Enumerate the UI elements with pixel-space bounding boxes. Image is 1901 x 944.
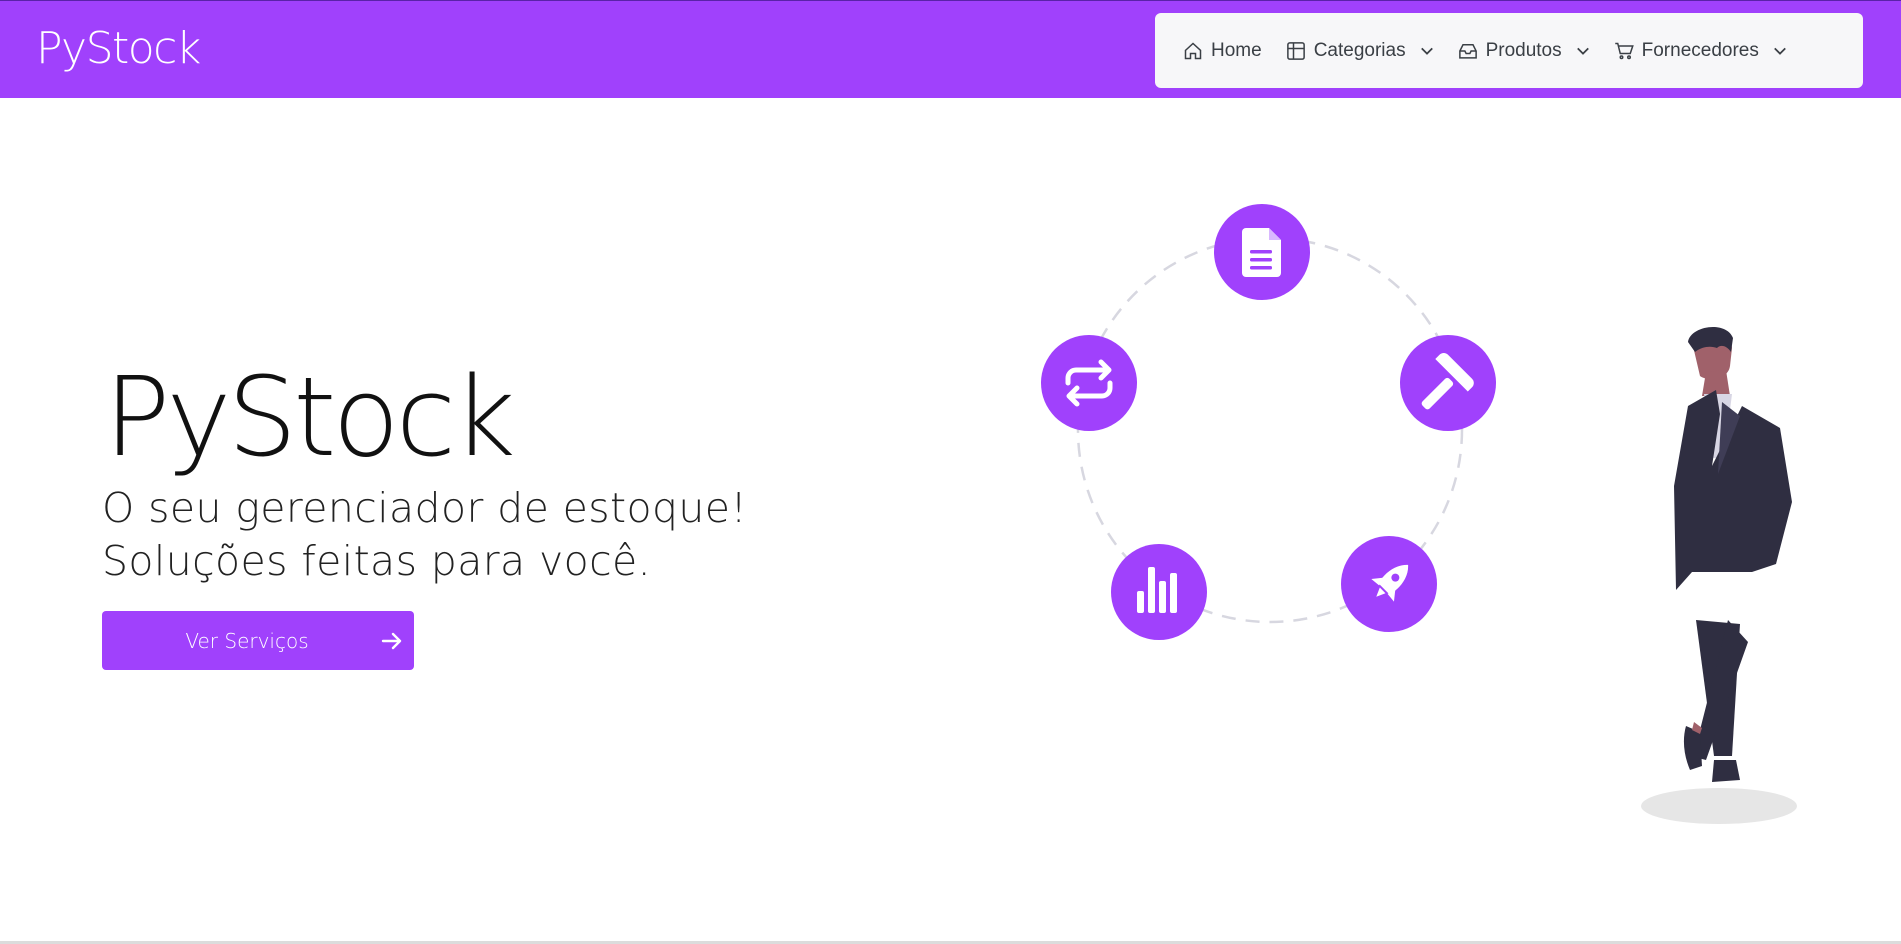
arrow-right-icon bbox=[381, 632, 402, 650]
nav-item-categorias[interactable]: Categorias bbox=[1286, 40, 1434, 62]
nav-item-label: Home bbox=[1211, 39, 1262, 61]
bar-chart-icon bbox=[1111, 544, 1207, 640]
document-icon bbox=[1214, 204, 1310, 300]
chevron-down-icon bbox=[1420, 47, 1433, 55]
nav-item-fornecedores[interactable]: Fornecedores bbox=[1614, 40, 1787, 62]
rocket-icon bbox=[1341, 536, 1437, 632]
nav-item-label: Fornecedores bbox=[1641, 39, 1759, 61]
standing-man-illustration bbox=[1641, 326, 1797, 824]
nav-menu: Home Categorias Produtos Fornecedores bbox=[1155, 13, 1863, 88]
nav-item-label: Categorias bbox=[1313, 39, 1406, 61]
inbox-icon bbox=[1458, 43, 1477, 59]
cart-icon bbox=[1614, 42, 1634, 59]
nav-item-produtos[interactable]: Produtos bbox=[1458, 40, 1590, 62]
home-icon bbox=[1184, 41, 1202, 59]
ver-servicos-button[interactable]: Ver Serviços bbox=[102, 611, 414, 670]
chevron-down-icon bbox=[1576, 47, 1589, 55]
top-navbar: PyStock Home Categorias Produtos Fornece… bbox=[0, 0, 1901, 98]
ver-servicos-label: Ver Serviços bbox=[185, 628, 309, 653]
hammer-icon bbox=[1400, 335, 1496, 431]
nav-item-home[interactable]: Home bbox=[1183, 40, 1262, 62]
chevron-down-icon bbox=[1773, 47, 1786, 55]
hero-subtitle-line-1: O seu gerenciador de estoque! bbox=[102, 484, 748, 532]
hero-subtitle-line-2: Soluções feitas para você. bbox=[102, 537, 652, 585]
services-illustration bbox=[1041, 204, 1496, 640]
hero-title: PyStock bbox=[104, 353, 516, 481]
brand-logo[interactable]: PyStock bbox=[36, 21, 201, 77]
nav-item-label: Produtos bbox=[1485, 39, 1562, 61]
repeat-icon bbox=[1041, 335, 1137, 431]
grid-icon bbox=[1286, 41, 1305, 60]
